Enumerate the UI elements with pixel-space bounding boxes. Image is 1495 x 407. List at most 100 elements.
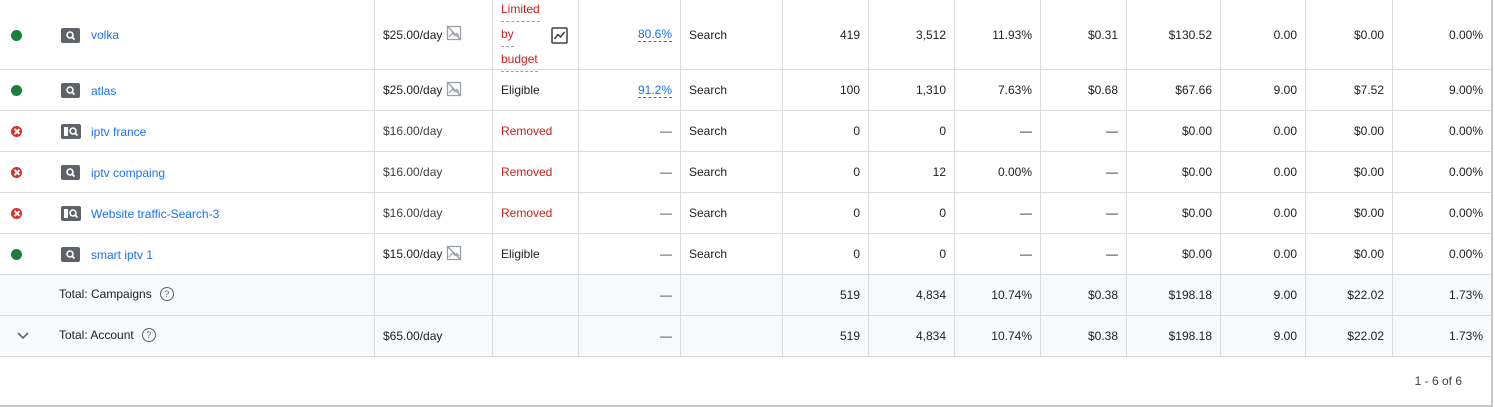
- table-row[interactable]: volka $25.00/day Limited by budget 80.6% Searc…: [0, 0, 1491, 72]
- status-enabled-icon[interactable]: [11, 29, 22, 41]
- cell-opt: —: [579, 316, 681, 356]
- campaign-name-link[interactable]: iptv compaing: [91, 166, 165, 180]
- conversions-value: 0.00: [1273, 247, 1297, 261]
- budget-value[interactable]: $15.00/day: [383, 247, 442, 261]
- image-off-icon: [446, 245, 462, 264]
- avg-cpc-value: $0.68: [1087, 83, 1118, 97]
- ctr-value: —: [1020, 247, 1032, 261]
- campaigns-table: volka $25.00/day Limited by budget 80.6% Searc…: [0, 0, 1493, 407]
- cell-conv-rate: 1.73%: [1393, 275, 1491, 315]
- budget-value[interactable]: $16.00/day: [383, 124, 442, 138]
- cell-impr: 0: [869, 111, 955, 151]
- cell-status: Removed: [493, 152, 579, 192]
- trend-chart-icon[interactable]: [551, 26, 568, 47]
- help-icon[interactable]: ?: [141, 328, 156, 342]
- cell-conversions: 0.00: [1221, 193, 1306, 233]
- campaign-name-link[interactable]: Website traffic-Search-3: [91, 207, 219, 221]
- cell-conversions: 0.00: [1221, 234, 1306, 274]
- conversions-value: 0.00: [1273, 124, 1297, 138]
- search-icon: [61, 165, 80, 180]
- cell-cost: $0.00: [1127, 111, 1221, 151]
- cost-value: $0.00: [1181, 247, 1212, 261]
- cell-name: Total: Campaigns?: [0, 275, 375, 315]
- cell-type: Search: [681, 70, 783, 110]
- cell-impr: 3,512: [869, 0, 955, 69]
- status-limited-by-budget[interactable]: Limited by budget: [501, 0, 540, 72]
- total-impr-value: 4,834: [915, 288, 946, 302]
- campaign-name-link[interactable]: iptv france: [91, 125, 146, 139]
- clicks-value: 419: [839, 27, 860, 42]
- cell-type: Search: [681, 0, 783, 69]
- table-row[interactable]: atlas $25.00/day Eligible 91.2% Search 100 1,3…: [0, 70, 1491, 111]
- table-row[interactable]: iptv compaing $16.00/day Removed — Search 0 12…: [0, 152, 1491, 193]
- cell-name: iptv france: [0, 111, 375, 151]
- cell-cost: $0.00: [1127, 193, 1221, 233]
- budget-value[interactable]: $25.00/day: [383, 28, 442, 42]
- ctr-value: 7.63%: [997, 83, 1032, 97]
- cell-budget: $16.00/day: [375, 111, 493, 151]
- cell-name: Website traffic-Search-3: [0, 193, 375, 233]
- chevron-down-icon[interactable]: [16, 330, 30, 344]
- campaign-type: Search: [689, 247, 728, 261]
- cell-conv-rate: 0.00%: [1393, 0, 1491, 69]
- cell-ctr: —: [955, 234, 1041, 274]
- optimization-score-link[interactable]: 80.6%: [637, 27, 672, 42]
- cell-cost-conv: $0.00: [1306, 193, 1393, 233]
- cell-conv-rate: 9.00%: [1393, 70, 1491, 110]
- status-enabled-icon[interactable]: [11, 249, 22, 260]
- cell-name: Total: Account?: [0, 316, 375, 356]
- budget-value[interactable]: $25.00/day: [383, 83, 442, 97]
- avg-cpc-value: —: [1106, 206, 1118, 220]
- help-icon[interactable]: ?: [159, 287, 174, 301]
- status-removed-icon[interactable]: [11, 126, 22, 137]
- total-avg-cpc-value: $0.38: [1087, 329, 1118, 343]
- campaign-name-link[interactable]: smart iptv 1: [91, 248, 153, 262]
- cell-status: Limited by budget: [493, 0, 579, 72]
- optimization-score-link[interactable]: 91.2%: [637, 83, 672, 98]
- impr-value: 12: [932, 165, 946, 179]
- status-removed-icon[interactable]: [11, 208, 22, 219]
- cell-type: Search: [681, 234, 783, 274]
- campaign-name-link[interactable]: volka: [91, 28, 119, 42]
- cell-clicks: 519: [783, 275, 869, 315]
- table-row[interactable]: Website traffic-Search-3 $16.00/day Remove…: [0, 193, 1491, 234]
- optimization-score-empty: —: [660, 165, 672, 179]
- cell-ctr: 0.00%: [955, 152, 1041, 192]
- total-clicks-value: 519: [839, 329, 860, 343]
- image-off-icon: [446, 25, 462, 44]
- total-clicks-value: 519: [839, 288, 860, 302]
- cell-budget: $16.00/day: [375, 193, 493, 233]
- cell-budget: [375, 275, 493, 315]
- status-line: budget: [501, 47, 538, 72]
- cell-name: volka: [0, 0, 375, 69]
- status-text: Removed: [501, 124, 553, 138]
- cell-clicks: 519: [783, 316, 869, 356]
- status-text: Removed: [501, 165, 553, 179]
- table-row[interactable]: smart iptv 1 $15.00/day Eligible — Search 0 0 —…: [0, 234, 1491, 275]
- clicks-value: 0: [853, 247, 860, 261]
- budget-value[interactable]: $16.00/day: [383, 165, 442, 179]
- total-ctr-value: 10.74%: [991, 288, 1032, 302]
- cell-cost-conv: $0.00: [1306, 0, 1393, 69]
- total-cost-value: $198.18: [1168, 288, 1212, 302]
- cell-cost: $198.18: [1127, 316, 1221, 356]
- budget-value[interactable]: $16.00/day: [383, 206, 442, 220]
- cell-impr: 0: [869, 234, 955, 274]
- cell-ctr: 11.93%: [955, 0, 1041, 69]
- cell-conversions: 0.00: [1221, 0, 1306, 69]
- cost-conv-value: $0.00: [1353, 165, 1384, 179]
- cell-avg-cpc: —: [1041, 234, 1127, 274]
- status-enabled-icon[interactable]: [11, 85, 22, 96]
- cell-cost: $0.00: [1127, 152, 1221, 192]
- search-icon: [61, 83, 80, 98]
- table-row[interactable]: iptv france $16.00/day Removed — Search 0 0 — — $…: [0, 111, 1491, 152]
- cell-clicks: 0: [783, 193, 869, 233]
- impr-value: 1,310: [915, 83, 946, 97]
- campaign-name-link[interactable]: atlas: [91, 84, 116, 98]
- search-icon: [61, 27, 80, 43]
- status-removed-icon[interactable]: [11, 167, 22, 178]
- cell-type: Search: [681, 111, 783, 151]
- total-conv-rate-value: 1.73%: [1448, 329, 1483, 343]
- conversions-value: 0.00: [1273, 27, 1297, 42]
- cost-value: $130.52: [1168, 27, 1212, 42]
